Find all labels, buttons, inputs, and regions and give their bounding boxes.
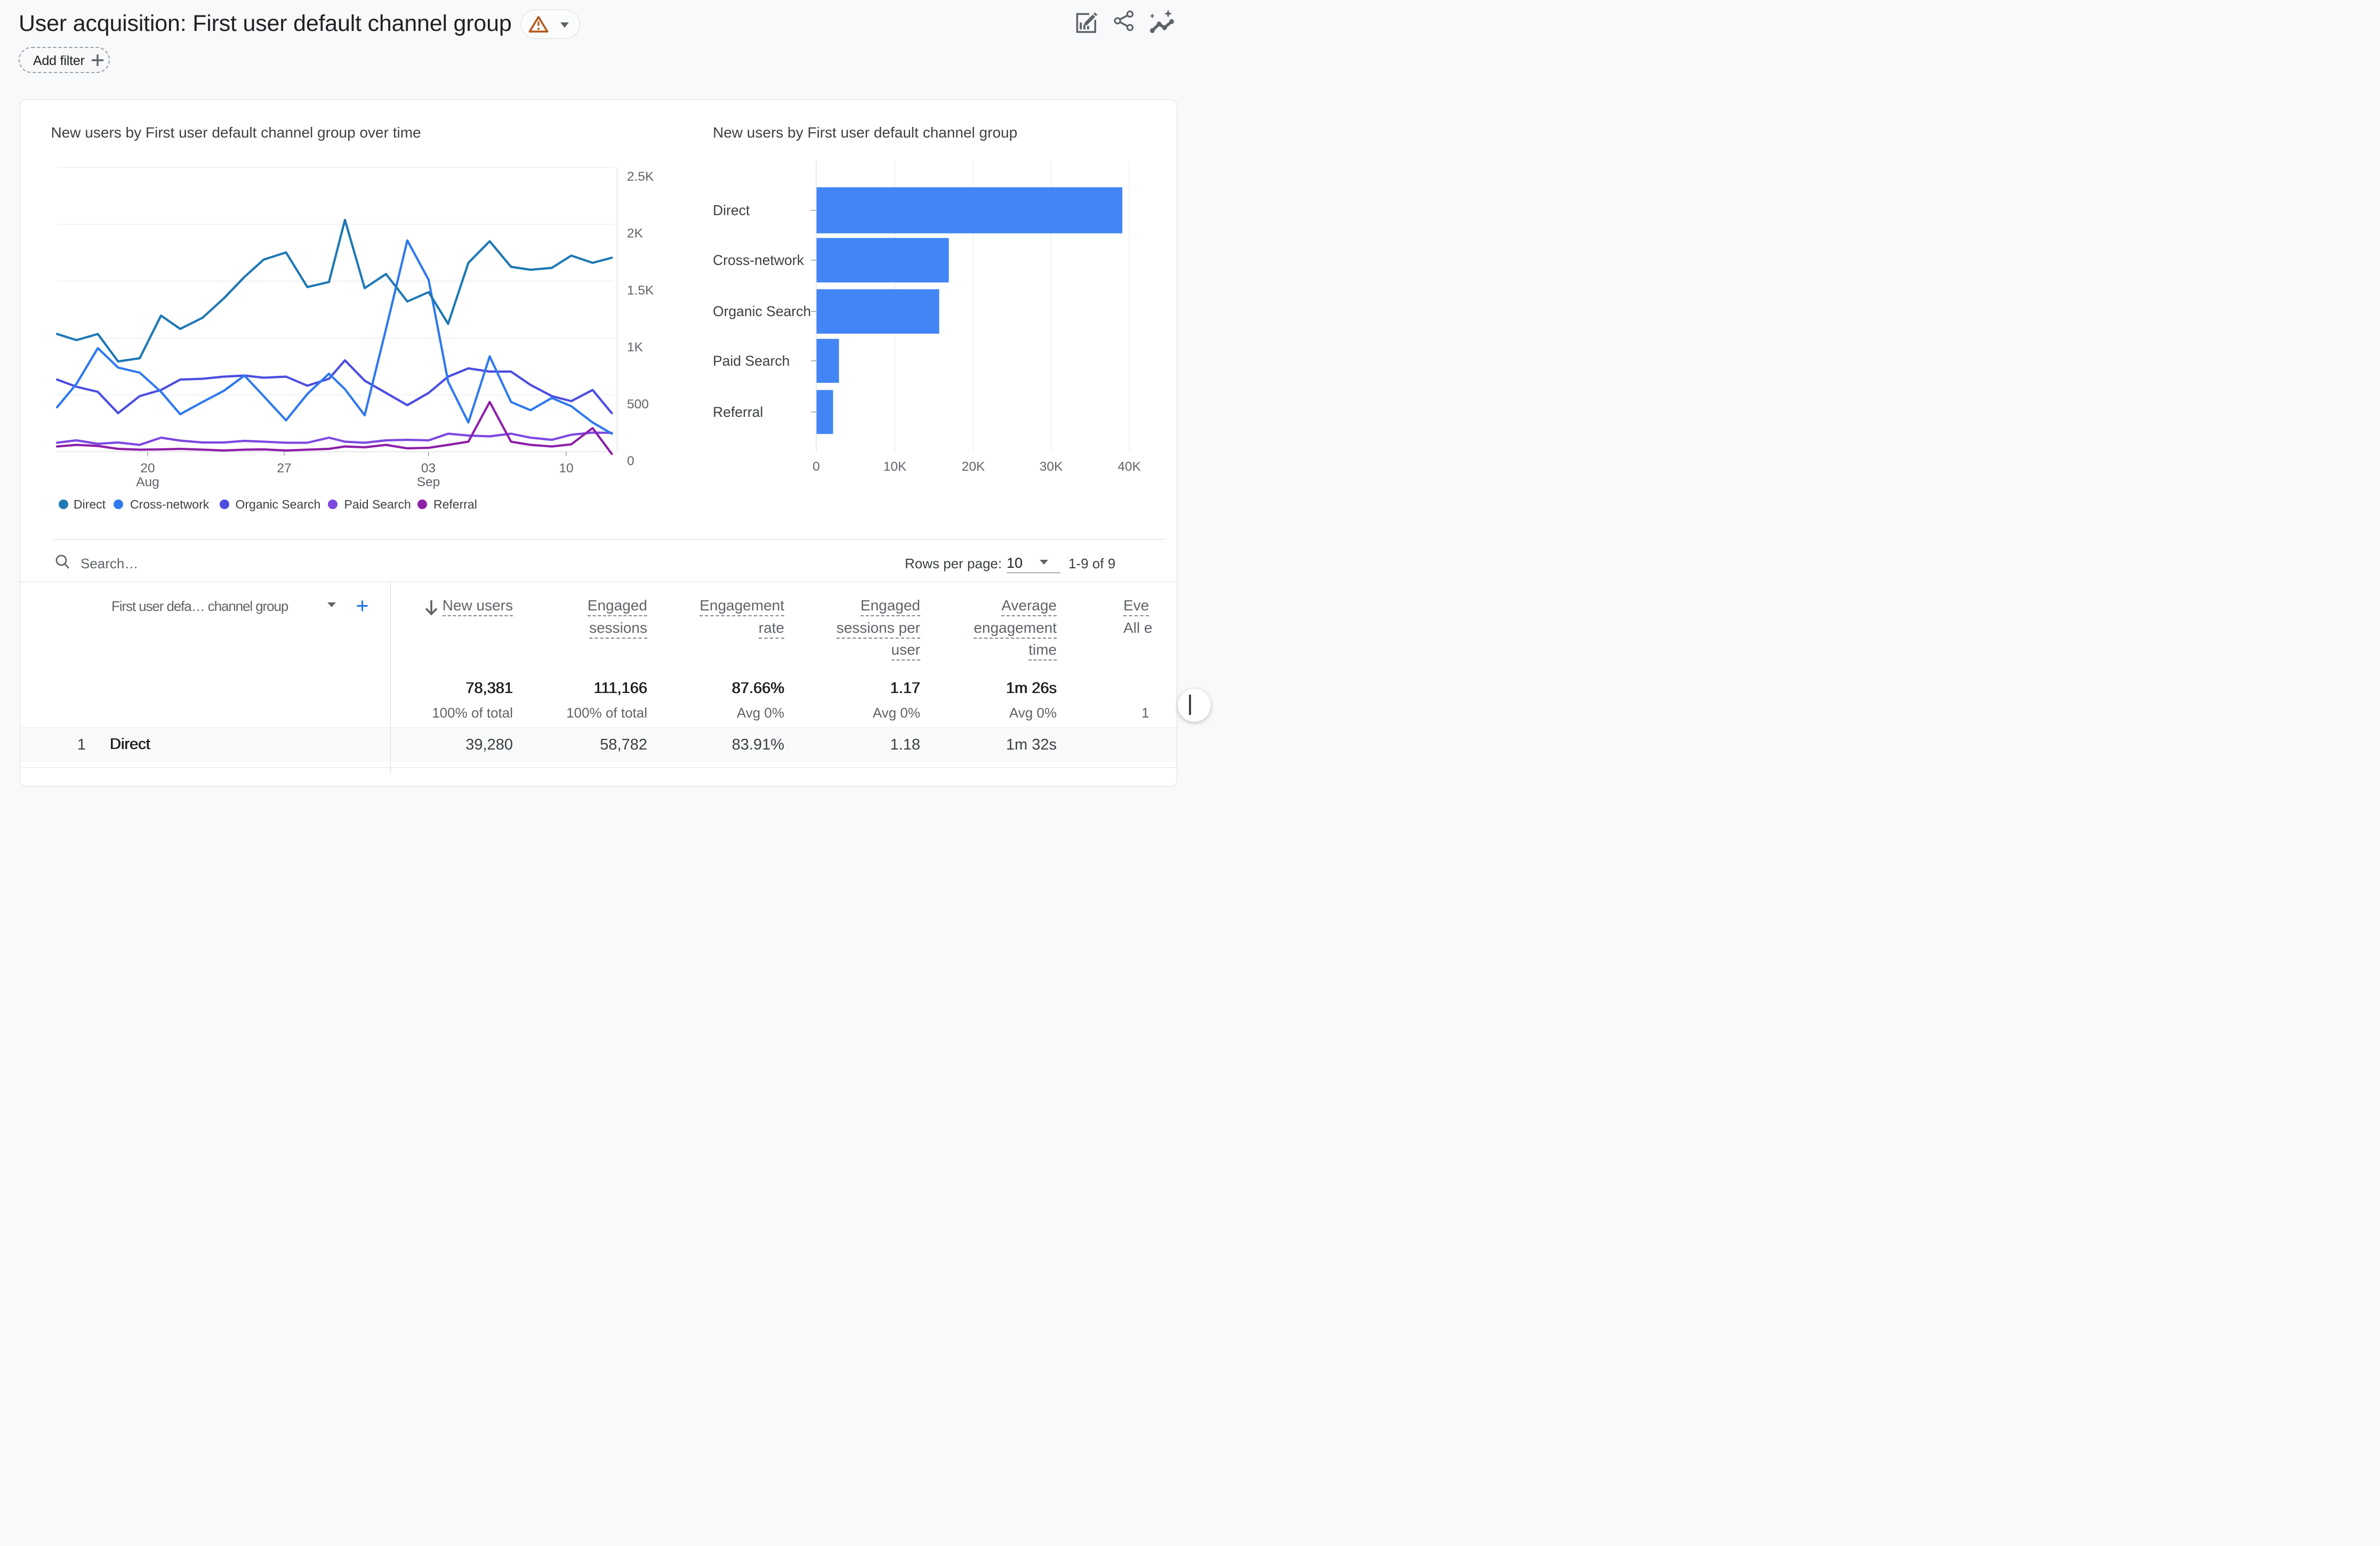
svg-text:10: 10 bbox=[559, 461, 573, 476]
svg-text:0: 0 bbox=[627, 454, 634, 469]
svg-text:03: 03 bbox=[421, 461, 436, 476]
svg-text:Cross-network: Cross-network bbox=[713, 252, 805, 268]
svg-text:2K: 2K bbox=[627, 227, 644, 241]
svg-text:10K: 10K bbox=[883, 460, 907, 474]
svg-text:1.5K: 1.5K bbox=[627, 283, 654, 297]
svg-text:1K: 1K bbox=[627, 340, 644, 355]
svg-text:Organic Search: Organic Search bbox=[713, 303, 811, 319]
svg-text:30K: 30K bbox=[1040, 460, 1063, 474]
svg-text:27: 27 bbox=[277, 461, 291, 476]
svg-text:2.5K: 2.5K bbox=[627, 170, 654, 184]
svg-text:500: 500 bbox=[627, 397, 649, 412]
svg-text:Aug: Aug bbox=[136, 475, 159, 489]
svg-text:Paid Search: Paid Search bbox=[713, 353, 790, 369]
svg-text:20: 20 bbox=[140, 461, 155, 476]
svg-text:20K: 20K bbox=[962, 460, 985, 474]
svg-text:Direct: Direct bbox=[713, 203, 750, 219]
svg-text:40K: 40K bbox=[1117, 460, 1141, 474]
svg-text:0: 0 bbox=[813, 460, 820, 474]
svg-text:Sep: Sep bbox=[417, 475, 440, 489]
svg-text:Referral: Referral bbox=[713, 404, 763, 420]
